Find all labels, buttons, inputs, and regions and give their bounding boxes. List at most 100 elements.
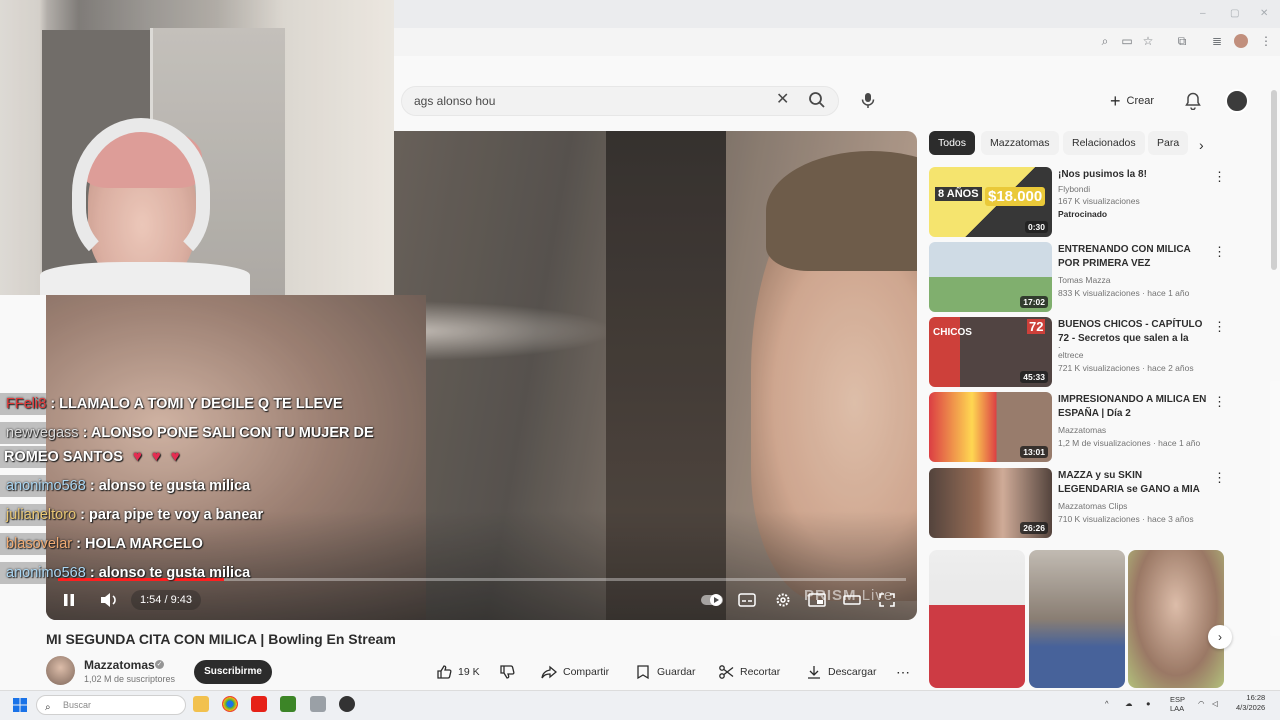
recommended-channel: Flybondi	[1058, 184, 1091, 194]
speaker-icon[interactable]: ◁	[1212, 699, 1218, 708]
clip-button[interactable]: Recortar	[718, 662, 780, 682]
save-button[interactable]: Guardar	[635, 662, 696, 682]
share-icon	[541, 665, 557, 679]
account-avatar[interactable]	[1225, 89, 1249, 113]
volume-icon[interactable]	[99, 591, 119, 609]
more-actions-button[interactable]: ⋯	[896, 662, 910, 682]
mic-tray-icon[interactable]: ●	[1146, 699, 1151, 708]
recommended-video[interactable]: 13:01 IMPRESIONANDO A MILICA EN ESPAÑA |…	[929, 392, 1229, 462]
chip-mazzatomas[interactable]: Mazzatomas	[981, 131, 1059, 155]
verified-check-icon: ✓	[155, 660, 164, 669]
recommended-video[interactable]: CHICOS 72 45:33 BUENOS CHICOS - CAPÍTULO…	[929, 317, 1229, 387]
chat-username: FFeli8	[6, 396, 47, 412]
clock-date: 4/3/2026	[1236, 703, 1266, 712]
reading-list-icon[interactable]: ≣	[1210, 34, 1224, 48]
like-count: 19 K	[458, 666, 480, 678]
recommended-video[interactable]: 17:02 ENTRENANDO CON MILICA POR PRIMERA …	[929, 242, 1229, 312]
cast-icon[interactable]: ▭	[1120, 34, 1134, 48]
chevron-up-icon[interactable]: ^	[1105, 699, 1109, 708]
next-shorts-arrow-icon[interactable]: ›	[1208, 625, 1232, 649]
wifi-icon[interactable]: ◠	[1198, 699, 1205, 708]
recommended-video[interactable]: 8 AÑOS $18.000 0:30 ¡Nos pusimos la 8! F…	[929, 167, 1229, 237]
close-window-button[interactable]: ✕	[1260, 8, 1268, 19]
short-thumbnail[interactable]	[929, 550, 1025, 688]
chip-para[interactable]: Para	[1148, 131, 1189, 155]
menu-icon[interactable]: ⋮	[1259, 34, 1273, 48]
create-button[interactable]: + Crear	[1110, 88, 1170, 114]
miniplayer-icon[interactable]	[808, 592, 826, 608]
fullscreen-icon[interactable]	[878, 592, 896, 608]
chat-text: : ALONSO PONE SALI CON TU MUJER DE	[82, 425, 374, 441]
pause-icon[interactable]	[62, 592, 76, 608]
taskbar-search[interactable]: ⌕ Buscar	[36, 695, 186, 715]
clock-time: 16:28	[1246, 693, 1266, 702]
youtube-app-icon[interactable]	[251, 696, 267, 712]
autoplay-toggle-icon[interactable]	[700, 592, 724, 608]
chat-message: anonimo568 : alonso te gusta milica	[0, 475, 251, 497]
short-thumbnail[interactable]	[1128, 550, 1224, 688]
chat-text: : LLAMALO A TOMI Y DECILE Q TE LLEVE	[50, 396, 343, 412]
headphones	[72, 118, 210, 268]
chrome-icon[interactable]	[222, 696, 238, 712]
download-icon	[808, 666, 820, 679]
channel-avatar[interactable]	[46, 656, 75, 685]
search-icon[interactable]	[808, 91, 826, 109]
profile-icon[interactable]	[1234, 34, 1248, 48]
maximize-button[interactable]: ▢	[1230, 8, 1239, 19]
taskbar-clock[interactable]: 16:28 4/3/2026	[1236, 693, 1265, 713]
extensions-icon[interactable]: ⧉	[1175, 34, 1189, 48]
zoom-icon[interactable]: ⌕	[1098, 34, 1112, 48]
chip-todos[interactable]: Todos	[929, 131, 976, 155]
subscribe-button[interactable]: Suscribirme	[194, 660, 272, 684]
chevron-right-icon[interactable]: ›	[1199, 137, 1204, 153]
search-icon: ⌕	[45, 702, 51, 713]
file-explorer-icon[interactable]	[193, 696, 209, 712]
minecraft-icon[interactable]	[280, 696, 296, 712]
recommended-channel: eltrece	[1058, 350, 1084, 360]
search-input[interactable]: ags alonso hou	[414, 94, 495, 108]
recommended-video[interactable]: 26:26 MAZZA y su SKIN LEGENDARIA se GANO…	[929, 468, 1229, 538]
recommended-title: ENTRENANDO CON MILICA POR PRIMERA VEZ	[1058, 244, 1191, 269]
create-label: Crear	[1126, 95, 1155, 107]
chat-message: anonimo568 : alonso te gusta milica	[0, 562, 251, 584]
chat-username: blasovelar	[6, 536, 73, 552]
recommended-title: ¡Nos pusimos la 8!	[1058, 169, 1147, 180]
channel-name[interactable]: Mazzatomas	[84, 658, 155, 672]
heart-emote-icon: ♥	[170, 448, 180, 465]
share-button[interactable]: Compartir	[541, 662, 609, 682]
settings-gear-icon[interactable]	[774, 592, 792, 608]
chip-relacionados[interactable]: Relacionados	[1063, 131, 1145, 155]
duration-badge: 0:30	[1024, 221, 1048, 233]
obs-icon[interactable]	[339, 696, 355, 712]
recommended-title: IMPRESIONANDO A MILICA EN ESPAÑA | Día 2	[1058, 394, 1207, 419]
download-button[interactable]: Descargar	[806, 662, 876, 682]
chat-text: : para pipe te voy a banear	[80, 507, 264, 523]
scrollbar[interactable]	[1271, 90, 1277, 270]
more-options-icon[interactable]: ⋮	[1213, 395, 1226, 408]
language-indicator[interactable]: ESP	[1170, 695, 1185, 704]
more-options-icon[interactable]: ⋮	[1213, 471, 1226, 484]
notifications-bell-icon[interactable]	[1185, 92, 1201, 110]
subtitles-icon[interactable]	[738, 592, 756, 608]
windows-start-icon[interactable]	[12, 697, 28, 713]
clear-search-icon[interactable]: ✕	[776, 92, 789, 108]
microphone-icon[interactable]	[859, 91, 877, 109]
onedrive-icon[interactable]: ☁	[1125, 699, 1133, 708]
app-icon[interactable]	[310, 696, 326, 712]
like-button[interactable]: 19 K	[436, 662, 480, 682]
theater-mode-icon[interactable]	[843, 592, 861, 608]
more-options-icon[interactable]: ⋮	[1213, 245, 1226, 258]
chat-message: julianeltoro : para pipe te voy a banear	[0, 504, 264, 526]
more-options-icon[interactable]: ⋮	[1213, 320, 1226, 333]
chat-message: newvegass : ALONSO PONE SALI CON TU MUJE…	[0, 422, 374, 444]
time-display: 1:54 / 9:43	[131, 590, 201, 610]
chat-text: : alonso te gusta milica	[89, 478, 251, 494]
chat-text: ROMEO SANTOS	[4, 449, 123, 465]
more-options-icon[interactable]: ⋮	[1213, 170, 1226, 183]
video-thumbnail: 17:02	[929, 242, 1052, 312]
download-label: Descargar	[828, 666, 877, 678]
minimize-button[interactable]: –	[1200, 8, 1206, 19]
dislike-button[interactable]	[499, 662, 515, 682]
short-thumbnail[interactable]	[1029, 550, 1125, 688]
star-icon[interactable]: ☆	[1141, 34, 1155, 48]
